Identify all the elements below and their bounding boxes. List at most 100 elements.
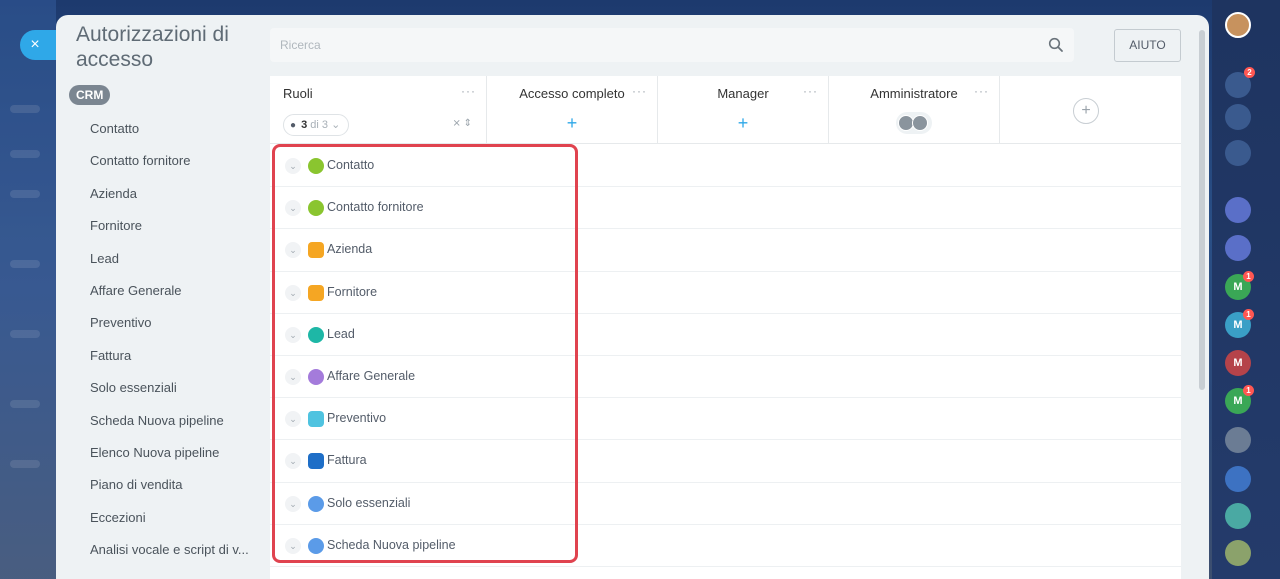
table-row[interactable]: ⌄ Contatto: [270, 145, 1181, 188]
chevron-down-icon[interactable]: ⌄: [285, 453, 301, 470]
table-row[interactable]: ⌄ Fornitore: [270, 272, 1181, 314]
chevron-down-icon[interactable]: ⌄: [285, 200, 301, 217]
background-blob: [10, 260, 40, 268]
company-icon: [308, 242, 324, 259]
notes-icon[interactable]: [1225, 540, 1251, 566]
row-label: Contatto: [327, 158, 375, 172]
notification-badge: 2: [1244, 67, 1255, 78]
activity-icon[interactable]: [1225, 104, 1251, 130]
table-row[interactable]: ⌄ Affare Generale: [270, 356, 1181, 399]
table-row[interactable]: ⌄ Lead: [270, 314, 1181, 356]
column-menu-icon[interactable]: ···: [461, 84, 476, 98]
chevron-down-icon[interactable]: ⌄: [285, 242, 301, 259]
grid-header: Ruoli ··· ● 3 di 3 ⌄ ⨯ ⇕ Accesso complet…: [270, 76, 1181, 144]
quote-icon: [308, 411, 324, 428]
background-blob: [10, 400, 40, 408]
permissions-panel: Autorizzazioni di accesso CRM Contatto C…: [56, 15, 1209, 579]
chat-icon[interactable]: [1225, 140, 1251, 166]
column-title: Ruoli: [283, 86, 313, 101]
close-button[interactable]: ×: [20, 30, 56, 60]
nav-item[interactable]: Scheda Nuova pipeline: [90, 405, 270, 437]
chevron-down-icon[interactable]: ⌄: [285, 537, 301, 554]
table-row[interactable]: ⌄ Fattura: [270, 440, 1181, 483]
table-row[interactable]: ⌄ Contatto fornitore: [270, 187, 1181, 230]
search-bar: [270, 28, 1074, 62]
nav-item[interactable]: Azienda: [90, 178, 270, 210]
chevron-down-icon[interactable]: ⌄: [285, 411, 301, 428]
visible-roles-counter[interactable]: ● 3 di 3 ⌄: [283, 114, 350, 136]
table-row[interactable]: ⌄ Scheda Nuova pipeline: [270, 525, 1181, 567]
nav-item[interactable]: Eccezioni: [90, 502, 270, 534]
nav-item[interactable]: Contatto: [90, 113, 270, 145]
chevron-down-icon[interactable]: ⌄: [285, 284, 301, 301]
contact-icon: [308, 158, 324, 174]
column-full-access: Accesso completo ··· +: [487, 76, 658, 144]
smart-process-icon: [308, 495, 324, 512]
background-strip: [0, 0, 56, 579]
background-blob: [10, 460, 40, 468]
admin-members-avatars[interactable]: [896, 112, 932, 134]
table-row[interactable]: ⌄ Azienda: [270, 229, 1181, 272]
section-badge: CRM: [69, 85, 111, 105]
row-label: Fattura: [327, 453, 367, 468]
bookmark-icon[interactable]: [1225, 466, 1251, 492]
company-icon: [308, 284, 324, 301]
column-menu-icon[interactable]: ···: [803, 84, 818, 98]
add-role-button[interactable]: +: [1073, 98, 1099, 124]
channel-icon[interactable]: [1225, 197, 1251, 223]
search-input[interactable]: [270, 28, 1030, 62]
add-member-icon[interactable]: +: [734, 114, 752, 132]
column-menu-icon[interactable]: ···: [974, 84, 989, 98]
user-avatar-icon: [912, 115, 928, 131]
nav-item[interactable]: Lead: [90, 243, 270, 275]
contact-avatar[interactable]: M: [1225, 350, 1251, 376]
table-row[interactable]: ⌄ Solo essenziali: [270, 483, 1181, 525]
notification-badge: 1: [1243, 271, 1254, 282]
nav-item[interactable]: Fornitore: [90, 210, 270, 242]
row-label: Solo essenziali: [327, 495, 411, 510]
column-roles: Ruoli ··· ● 3 di 3 ⌄ ⨯ ⇕: [270, 76, 487, 144]
invoice-icon: [308, 453, 324, 470]
deal-icon: [308, 368, 324, 385]
row-label: Affare Generale: [327, 368, 416, 383]
user-avatar[interactable]: [1225, 12, 1251, 38]
nav-item[interactable]: Solo essenziali: [90, 372, 270, 404]
row-label: Azienda: [327, 242, 373, 257]
chevron-down-icon[interactable]: ⌄: [285, 158, 301, 174]
row-label: Contatto fornitore: [327, 200, 424, 215]
column-add-role: +: [1000, 76, 1181, 144]
contact-icon: [308, 200, 324, 217]
message-icon[interactable]: [1225, 503, 1251, 529]
smart-process-icon: [308, 537, 324, 554]
search-icon[interactable]: [1048, 37, 1064, 53]
counter-value: 3: [301, 119, 308, 131]
add-member-icon[interactable]: +: [563, 114, 581, 132]
nav-item[interactable]: Contatto fornitore: [90, 145, 270, 177]
table-row[interactable]: ⌄ Preventivo: [270, 398, 1181, 441]
nav-item[interactable]: Piano di vendita: [90, 469, 270, 501]
entity-rows: ⌄ Contatto ⌄ Contatto fornitore ⌄ Aziend…: [270, 145, 1181, 567]
background-blob: [10, 150, 40, 158]
nav-item[interactable]: Analisi vocale e script di v...: [90, 534, 270, 566]
collapse-expand-icon[interactable]: ⨯ ⇕: [452, 118, 472, 129]
entity-nav: Contatto Contatto fornitore Azienda Forn…: [90, 113, 270, 566]
page-title: Autorizzazioni di accesso: [76, 23, 229, 71]
chevron-down-icon: ⌄: [331, 119, 341, 131]
counter-total: di 3: [310, 119, 329, 131]
lead-icon: [308, 326, 324, 343]
chevron-down-icon[interactable]: ⌄: [285, 495, 301, 512]
nav-item[interactable]: Preventivo: [90, 307, 270, 339]
close-icon: ×: [30, 36, 40, 53]
nav-item[interactable]: Fattura: [90, 340, 270, 372]
chevron-down-icon[interactable]: ⌄: [285, 368, 301, 385]
group-avatar[interactable]: [1225, 427, 1251, 453]
notification-badge: 1: [1243, 309, 1254, 320]
help-button[interactable]: AIUTO: [1114, 29, 1181, 62]
chevron-down-icon[interactable]: ⌄: [285, 326, 301, 343]
channel-icon[interactable]: [1225, 235, 1251, 261]
scrollbar[interactable]: [1199, 30, 1205, 390]
nav-item[interactable]: Elenco Nuova pipeline: [90, 437, 270, 469]
column-menu-icon[interactable]: ···: [632, 84, 647, 98]
background-blob: [10, 330, 40, 338]
nav-item[interactable]: Affare Generale: [90, 275, 270, 307]
